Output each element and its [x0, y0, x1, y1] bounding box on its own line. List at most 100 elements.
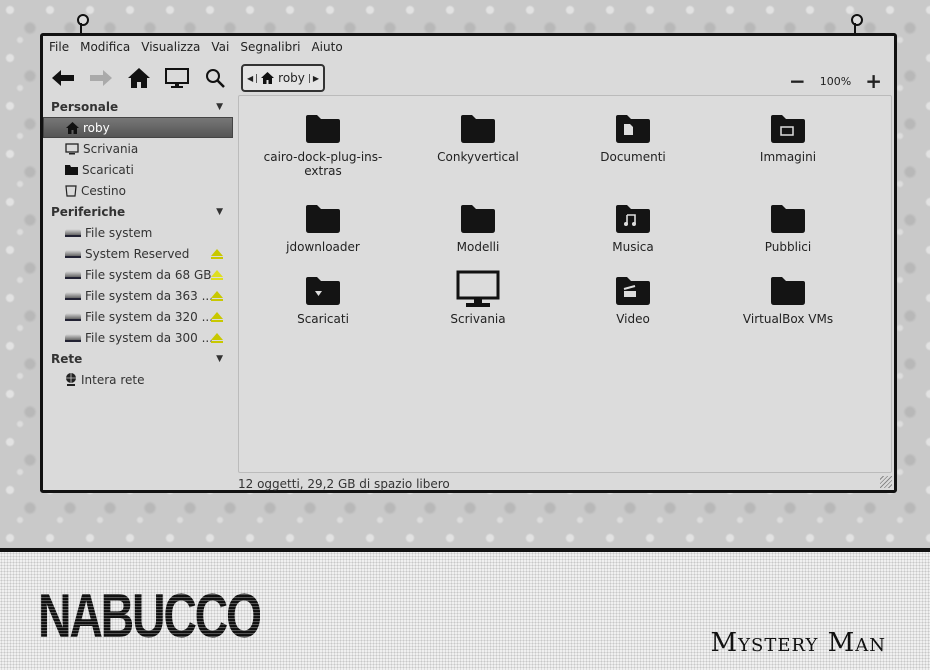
sidebar-item-label: Cestino — [81, 183, 126, 198]
drive-icon — [65, 249, 81, 258]
file-item[interactable]: Scaricati — [253, 276, 393, 326]
sidebar-item-scaricati[interactable]: Scaricati — [43, 159, 233, 180]
section-title: Periferiche — [51, 204, 126, 219]
file-view: cairo-dock-plug-ins-extras Conkyvertical D… — [238, 95, 892, 473]
arrow-left-icon — [52, 70, 74, 86]
drive-icon — [65, 291, 81, 300]
menu-visualizza[interactable]: Visualizza — [141, 40, 200, 54]
sidebar-item-label: File system da 320 ... — [85, 309, 214, 324]
sidebar-item-label: Scrivania — [83, 141, 139, 156]
eject-icon[interactable] — [211, 248, 223, 260]
home-button[interactable] — [127, 66, 151, 90]
network-globe-icon — [66, 373, 76, 386]
eject-icon[interactable] — [211, 269, 223, 281]
eject-icon[interactable] — [211, 311, 223, 323]
sidebar-item-fs-68[interactable]: File system da 68 GB — [43, 264, 233, 285]
file-item[interactable]: Conkyvertical — [408, 114, 548, 164]
menu-bar: File Modifica Visualizza Vai Segnalibri … — [49, 40, 343, 54]
breadcrumb: ◀ roby ▶ — [241, 64, 326, 92]
section-title: Rete — [51, 351, 83, 366]
zoom-in-button[interactable]: + — [865, 69, 882, 93]
folder-music-icon — [616, 205, 650, 233]
back-button[interactable] — [51, 66, 75, 90]
file-item[interactable]: jdownloader — [253, 204, 393, 254]
sidebar-item-scrivania[interactable]: Scrivania — [43, 138, 233, 159]
eject-icon[interactable] — [211, 332, 223, 344]
trash-icon — [65, 184, 77, 197]
file-item[interactable]: Pubblici — [718, 204, 858, 254]
home-icon — [261, 72, 275, 84]
sidebar-item-file-system[interactable]: File system — [43, 222, 233, 243]
drive-icon — [65, 312, 81, 321]
footer-banner: NABUCCO Mystery Man — [0, 548, 930, 670]
drive-icon — [65, 270, 81, 279]
sidebar-item-label: File system — [85, 225, 153, 240]
file-name: Scaricati — [297, 312, 349, 326]
file-name: Scrivania — [450, 312, 506, 326]
section-title: Personale — [51, 99, 119, 114]
menu-aiuto[interactable]: Aiuto — [311, 40, 342, 54]
file-item[interactable]: Modelli — [408, 204, 548, 254]
chevron-down-icon: ▼ — [216, 353, 223, 364]
sidebar-item-label: Intera rete — [81, 372, 145, 387]
monitor-icon — [165, 68, 189, 88]
sidebar-item-intera-rete[interactable]: Intera rete — [43, 369, 233, 390]
file-name: cairo-dock-plug-ins-extras — [263, 150, 383, 178]
file-item[interactable]: cairo-dock-plug-ins-extras — [253, 114, 393, 178]
eject-icon[interactable] — [211, 290, 223, 302]
folder-download-icon — [306, 277, 340, 305]
zoom-level: 100% — [819, 74, 852, 88]
desktop-button[interactable] — [165, 66, 189, 90]
search-button[interactable] — [203, 66, 227, 90]
folder-icon — [65, 165, 78, 175]
menu-modifica[interactable]: Modifica — [80, 40, 130, 54]
file-item[interactable]: Documenti — [563, 114, 703, 164]
file-item[interactable]: Musica — [563, 204, 703, 254]
sidebar-item-label: File system da 300 ... — [85, 330, 214, 345]
status-bar: 12 oggetti, 29,2 GB di spazio libero — [238, 477, 450, 491]
breadcrumb-next-button[interactable]: ▶ — [308, 73, 319, 83]
file-item[interactable]: Video — [563, 276, 703, 326]
sidebar-item-label: System Reserved — [85, 246, 190, 261]
section-personale[interactable]: Personale ▼ — [43, 96, 233, 117]
file-name: Musica — [612, 240, 654, 254]
zoom-out-button[interactable]: − — [789, 69, 806, 93]
section-periferiche[interactable]: Periferiche ▼ — [43, 201, 233, 222]
sidebar-item-label: Scaricati — [82, 162, 134, 177]
sidebar-item-system-reserved[interactable]: System Reserved — [43, 243, 233, 264]
file-name: Documenti — [600, 150, 666, 164]
sidebar-item-fs-320[interactable]: File system da 320 ... — [43, 306, 233, 327]
breadcrumb-prev-button[interactable]: ◀ — [247, 73, 258, 83]
folder-icon — [306, 115, 340, 143]
file-item[interactable]: VirtualBox VMs — [718, 276, 858, 326]
menu-vai[interactable]: Vai — [211, 40, 229, 54]
desktop-icon — [456, 270, 500, 307]
sidebar-item-label: File system da 68 GB — [85, 267, 212, 282]
sidebar-item-fs-363[interactable]: File system da 363 ... — [43, 285, 233, 306]
sidebar-item-label: File system da 363 ... — [85, 288, 214, 303]
monitor-icon — [65, 142, 79, 154]
drive-icon — [65, 333, 81, 342]
file-name: Pubblici — [764, 240, 812, 254]
arrow-right-icon — [90, 70, 112, 86]
file-name: VirtualBox VMs — [742, 312, 834, 326]
sidebar-item-label: roby — [83, 120, 110, 135]
zoom-control: − 100% + — [789, 69, 882, 93]
sidebar: Personale ▼ roby Scrivania Scaricati Cest… — [43, 96, 233, 476]
section-rete[interactable]: Rete ▼ — [43, 348, 233, 369]
menu-segnalibri[interactable]: Segnalibri — [240, 40, 300, 54]
sidebar-item-roby[interactable]: roby — [43, 117, 233, 138]
sidebar-item-cestino[interactable]: Cestino — [43, 180, 233, 201]
file-name: Modelli — [456, 240, 500, 254]
home-icon — [66, 121, 79, 134]
sidebar-item-fs-300[interactable]: File system da 300 ... — [43, 327, 233, 348]
file-manager-window: File Modifica Visualizza Vai Segnalibri … — [40, 33, 897, 493]
forward-button[interactable] — [89, 66, 113, 90]
nabucco-logo: NABUCCO — [38, 582, 262, 651]
file-item[interactable]: Immagini — [718, 114, 858, 164]
file-item[interactable]: Scrivania — [408, 270, 548, 326]
resize-grip[interactable] — [880, 476, 892, 488]
breadcrumb-roby[interactable]: roby — [278, 71, 305, 85]
menu-file[interactable]: File — [49, 40, 69, 54]
folder-pictures-icon — [771, 115, 805, 143]
